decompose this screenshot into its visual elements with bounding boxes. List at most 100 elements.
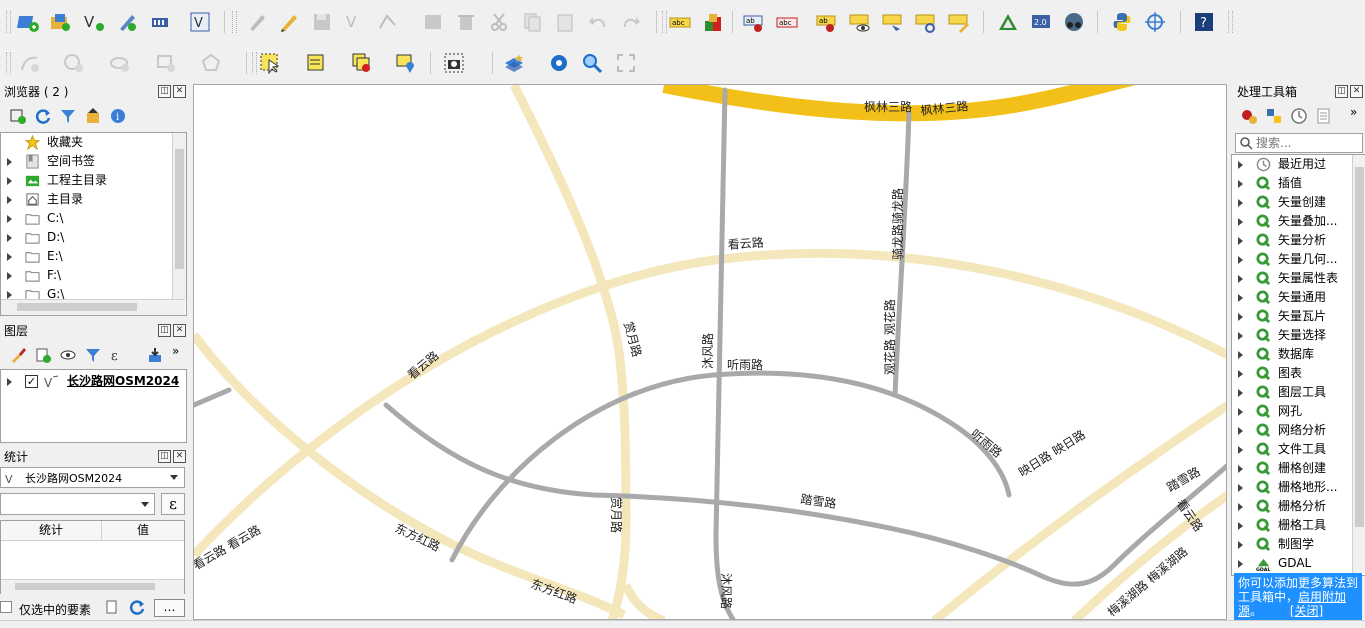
toolbox-item[interactable]: 制图学 xyxy=(1232,535,1352,554)
crosshair-icon[interactable] xyxy=(1143,10,1167,34)
globe-plugin-icon[interactable] xyxy=(1062,10,1086,34)
add-feature-icon[interactable]: V xyxy=(343,10,367,34)
expand-all-icon[interactable] xyxy=(143,343,167,367)
column-header-value[interactable]: 值 xyxy=(102,521,184,541)
expand-arrow-icon[interactable] xyxy=(1238,389,1243,397)
toolbox-item[interactable]: 矢量几何... xyxy=(1232,250,1352,269)
toolbox-item[interactable]: 数据库 xyxy=(1232,345,1352,364)
toolbox-item[interactable]: 矢量瓦片 xyxy=(1232,307,1352,326)
python-console-icon[interactable] xyxy=(1110,10,1134,34)
virtual-layer-icon[interactable]: V xyxy=(188,10,212,34)
toolbar-grip[interactable] xyxy=(6,52,11,74)
expand-arrow-icon[interactable] xyxy=(1238,294,1243,302)
toolbox-item[interactable]: 图表 xyxy=(1232,364,1352,383)
help-icon[interactable]: ? xyxy=(1192,10,1216,34)
browser-item-bookmarks[interactable]: 空间书签 xyxy=(1,152,171,171)
browser-item-drive-d[interactable]: D:\ xyxy=(1,228,171,247)
expand-arrow-icon[interactable] xyxy=(7,291,12,299)
refresh-icon[interactable] xyxy=(128,598,146,616)
expression-button[interactable]: ε xyxy=(161,493,185,515)
toolbox-item[interactable]: 文件工具 xyxy=(1232,440,1352,459)
toolbox-item[interactable]: 矢量通用 xyxy=(1232,288,1352,307)
browser-item-favorites[interactable]: 收藏夹 xyxy=(1,133,171,152)
chevron-down-icon[interactable] xyxy=(141,502,149,507)
copy-icon[interactable] xyxy=(103,598,121,616)
layer-visibility-checkbox[interactable]: ✓ xyxy=(25,375,38,388)
expand-arrow-icon[interactable] xyxy=(1238,218,1243,226)
add-layer-icon[interactable] xyxy=(16,10,40,34)
gps-device-icon[interactable] xyxy=(148,10,172,34)
browser-vertical-scrollbar[interactable] xyxy=(172,133,186,299)
toolbar-grip[interactable] xyxy=(232,11,237,33)
map-canvas[interactable]: 枫林三路 枫林三路 骑龙路骑龙路 观花路 观花路 看云路 看云路 看云路 看云路… xyxy=(193,84,1227,620)
expand-arrow-icon[interactable] xyxy=(7,234,12,242)
expand-arrow-icon[interactable] xyxy=(1238,256,1243,264)
models-gear-icon[interactable] xyxy=(1237,104,1261,128)
toolbox-item[interactable]: 最近用过 xyxy=(1232,155,1352,174)
change-label-icon[interactable] xyxy=(947,10,971,34)
expand-arrow-icon[interactable] xyxy=(1238,370,1243,378)
expand-arrow-icon[interactable] xyxy=(1238,275,1243,283)
float-icon[interactable]: ◫ xyxy=(1335,85,1348,98)
layer-styling-icon[interactable] xyxy=(502,51,526,75)
toolbar-grip[interactable] xyxy=(1228,11,1233,33)
save-edits-icon[interactable] xyxy=(310,10,334,34)
float-icon[interactable]: ◫ xyxy=(158,85,171,98)
close-info-link[interactable]: [关闭] xyxy=(1290,604,1323,618)
column-header-statistic[interactable]: 统计 xyxy=(1,521,102,541)
toolbox-item[interactable]: 插值 xyxy=(1232,174,1352,193)
visibility-eye-icon[interactable] xyxy=(56,343,80,367)
toolbar-grip[interactable] xyxy=(252,52,257,74)
expression-filter-icon[interactable]: ε xyxy=(106,343,130,367)
paste-icon[interactable] xyxy=(553,10,577,34)
add-group-icon[interactable] xyxy=(31,343,55,367)
screenshot-icon[interactable] xyxy=(442,51,466,75)
add-selected-layer-icon[interactable] xyxy=(6,104,30,128)
toggle-edit-icon[interactable] xyxy=(245,10,269,34)
label-pin-icon[interactable]: ab xyxy=(742,10,766,34)
close-icon[interactable]: ✕ xyxy=(1350,85,1363,98)
browser-item-drive-e[interactable]: E:\ xyxy=(1,247,171,266)
expand-arrow-icon[interactable] xyxy=(1238,237,1243,245)
expand-arrow-icon[interactable] xyxy=(1238,465,1243,473)
more-options-button[interactable]: … xyxy=(154,599,185,617)
add-rectangle-icon[interactable] xyxy=(154,51,178,75)
toolbar-grip[interactable] xyxy=(6,11,11,33)
toolbox-item[interactable]: GDAL GDAL xyxy=(1232,554,1352,573)
select-by-expression-icon[interactable] xyxy=(304,51,328,75)
diagram-icon[interactable] xyxy=(701,10,725,34)
pencil-icon[interactable] xyxy=(277,10,301,34)
close-icon[interactable]: ✕ xyxy=(173,450,186,463)
expand-arrow-icon[interactable] xyxy=(1238,408,1243,416)
browser-horizontal-scrollbar[interactable] xyxy=(1,299,185,315)
history-clock-icon[interactable] xyxy=(1287,104,1311,128)
pin-label-icon[interactable]: ab xyxy=(815,10,839,34)
expand-arrow-icon[interactable] xyxy=(1238,180,1243,188)
toolbox-item[interactable]: 图层工具 xyxy=(1232,383,1352,402)
expand-arrow-icon[interactable] xyxy=(1238,199,1243,207)
deselect-icon[interactable] xyxy=(350,51,374,75)
add-polygon-icon[interactable] xyxy=(200,51,224,75)
redo-icon[interactable] xyxy=(619,10,643,34)
toolbox-item[interactable]: 矢量创建 xyxy=(1232,193,1352,212)
layer-row[interactable]: ✓ V 长沙路网OSM2024 xyxy=(1,372,185,391)
move-label-icon[interactable] xyxy=(881,10,905,34)
copy-icon[interactable] xyxy=(520,10,544,34)
refresh-icon[interactable] xyxy=(31,104,55,128)
style-brush-icon[interactable] xyxy=(6,343,30,367)
expand-arrow-icon[interactable] xyxy=(1238,541,1243,549)
python-script-icon[interactable] xyxy=(1262,104,1286,128)
scroll-thumb[interactable] xyxy=(17,303,137,311)
toolbox-search-field[interactable] xyxy=(1235,133,1363,153)
filter-legend-icon[interactable] xyxy=(81,343,105,367)
browser-item-drive-c[interactable]: C:\ xyxy=(1,209,171,228)
expand-arrow-icon[interactable] xyxy=(7,158,12,166)
expand-arrow-icon[interactable] xyxy=(7,215,12,223)
toolbar-grip[interactable] xyxy=(662,11,667,33)
collapse-all-icon[interactable] xyxy=(81,104,105,128)
toolbox-item[interactable]: 栅格创建 xyxy=(1232,459,1352,478)
open-project-icon[interactable] xyxy=(48,10,72,34)
toolbox-item[interactable]: 栅格分析 xyxy=(1232,497,1352,516)
expand-arrow-icon[interactable] xyxy=(1238,161,1243,169)
toolbox-item[interactable]: 矢量选择 xyxy=(1232,326,1352,345)
